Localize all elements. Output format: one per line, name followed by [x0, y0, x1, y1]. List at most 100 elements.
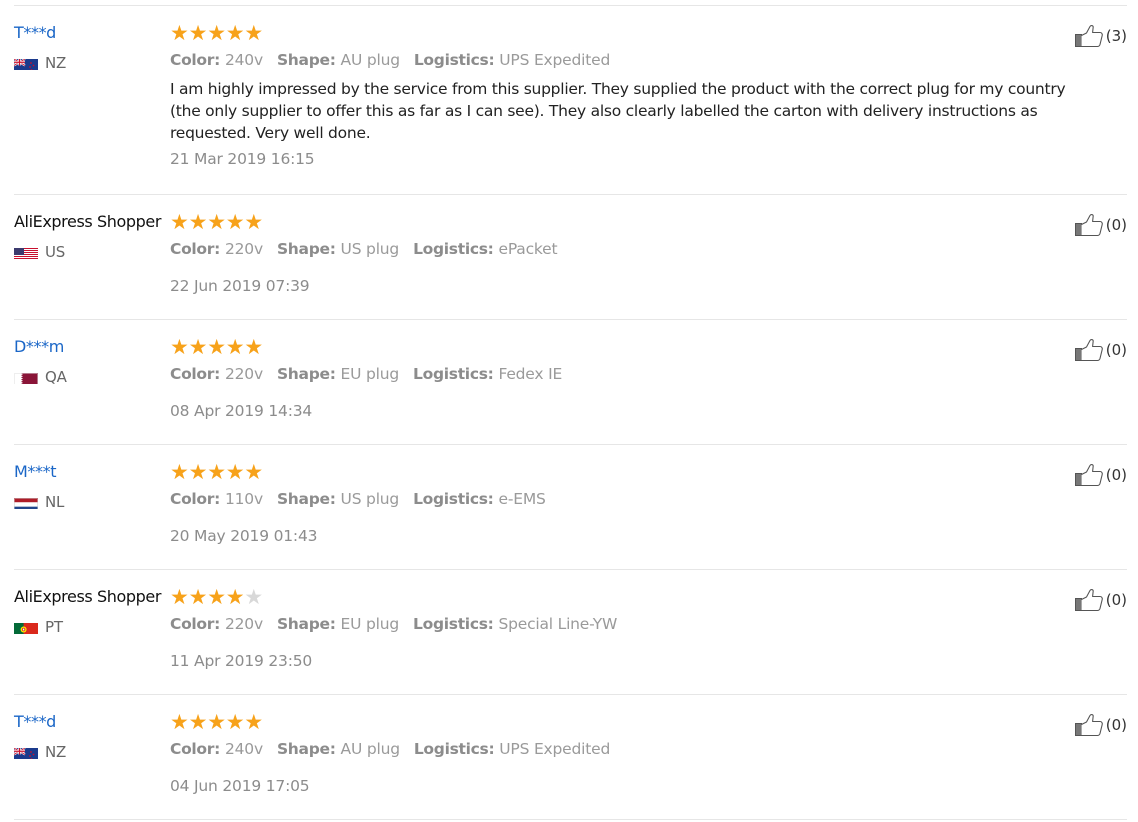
reviewer-info: AliExpress Shopper PT — [14, 587, 161, 636]
helpful-count: (0) — [1105, 591, 1127, 609]
order-attributes: Color: 220v Shape: EU plug Logistics: Spec… — [170, 614, 1077, 634]
star-filled-icon: ★ — [225, 585, 245, 609]
attr-color: Color: 240v — [170, 740, 263, 758]
thumbs-up-icon[interactable] — [1074, 588, 1106, 612]
attr-color-label: Color: — [170, 240, 221, 258]
star-filled-icon: ★ — [244, 460, 264, 484]
flag-nz-icon — [14, 746, 38, 759]
review-content: ★ ★ ★ ★ ★ Color: 240v Shape: AU plug Logistics:… — [170, 712, 1077, 796]
attr-shape-value: US plug — [340, 490, 400, 508]
attr-shape: Shape: AU plug — [277, 740, 400, 758]
star-filled-icon: ★ — [244, 710, 264, 734]
review-content: ★ ★ ★ ★ ★ Color: 220v Shape: EU plug Logistics:… — [170, 337, 1077, 421]
star-filled-icon: ★ — [207, 21, 227, 45]
attr-color-label: Color: — [170, 615, 221, 633]
country-code: NL — [45, 493, 65, 511]
attr-color-value: 220v — [224, 615, 263, 633]
attr-logistics: Logistics: UPS Expedited — [414, 51, 610, 69]
attr-logistics-value: Fedex IE — [498, 365, 563, 383]
attr-color: Color: 110v — [170, 490, 263, 508]
reviewer-info: AliExpress Shopper US — [14, 212, 161, 261]
helpful-button[interactable]: (0) — [1074, 463, 1127, 487]
attr-color-value: 220v — [224, 365, 263, 383]
country-code: QA — [45, 368, 67, 386]
attr-color: Color: 220v — [170, 365, 263, 383]
attr-shape: Shape: EU plug — [277, 365, 399, 383]
star-filled-icon: ★ — [188, 335, 208, 359]
review-item: M***t NL ★ ★ ★ ★ ★ Color: 110v Shape: US plug Log… — [14, 444, 1127, 570]
flag-us-icon — [14, 246, 38, 259]
star-rating: ★ ★ ★ ★ ★ — [170, 460, 1077, 484]
order-attributes: Color: 240v Shape: AU plug Logistics: UPS … — [170, 739, 1077, 759]
thumbs-up-icon[interactable] — [1074, 213, 1106, 237]
attr-shape: Shape: US plug — [277, 490, 399, 508]
review-item: AliExpress Shopper PT ★ ★ ★ ★ ★ Color: 220v Shap… — [14, 569, 1127, 695]
star-filled-icon: ★ — [207, 335, 227, 359]
reviewer-name[interactable]: D***m — [14, 337, 67, 357]
attr-logistics-label: Logistics: — [413, 240, 494, 258]
star-filled-icon: ★ — [188, 460, 208, 484]
reviewer-name[interactable]: T***d — [14, 712, 66, 732]
reviewer-name[interactable]: T***d — [14, 23, 66, 43]
attr-logistics: Logistics: e-EMS — [413, 490, 546, 508]
helpful-button[interactable]: (0) — [1074, 588, 1127, 612]
reviewer-country: NZ — [14, 54, 67, 72]
helpful-button[interactable]: (0) — [1074, 213, 1127, 237]
attr-color-value: 110v — [224, 490, 263, 508]
attr-shape-label: Shape: — [276, 51, 336, 69]
attr-logistics: Logistics: Fedex IE — [413, 365, 562, 383]
attr-shape-label: Shape: — [276, 240, 336, 258]
attr-color-label: Color: — [170, 51, 221, 69]
star-filled-icon: ★ — [225, 710, 245, 734]
thumbs-up-icon[interactable] — [1074, 24, 1106, 48]
helpful-count: (0) — [1105, 716, 1127, 734]
attr-color: Color: 220v — [170, 615, 263, 633]
reviewer-country: NL — [14, 493, 65, 511]
review-date: 20 May 2019 01:43 — [170, 527, 318, 545]
attr-logistics-label: Logistics: — [413, 490, 494, 508]
reviewer-name[interactable]: M***t — [14, 462, 64, 482]
attr-logistics-label: Logistics: — [413, 615, 494, 633]
star-filled-icon: ★ — [225, 335, 245, 359]
order-attributes: Color: 220v Shape: US plug Logistics: ePac… — [170, 239, 1077, 259]
helpful-count: (0) — [1105, 341, 1127, 359]
star-filled-icon: ★ — [244, 210, 264, 234]
flag-pt-icon — [14, 621, 38, 634]
review-date: 04 Jun 2019 17:05 — [170, 777, 310, 795]
review-date: 21 Mar 2019 16:15 — [170, 150, 315, 168]
star-rating: ★ ★ ★ ★ ★ — [170, 585, 1077, 609]
attr-logistics-label: Logistics: — [413, 740, 495, 758]
thumbs-up-icon[interactable] — [1074, 713, 1106, 737]
thumbs-up-icon[interactable] — [1074, 463, 1106, 487]
attr-color-label: Color: — [170, 740, 221, 758]
star-filled-icon: ★ — [207, 210, 227, 234]
attr-shape-value: EU plug — [340, 615, 400, 633]
reviewer-country: NZ — [14, 743, 67, 761]
reviewer-country: PT — [14, 618, 161, 636]
attr-logistics: Logistics: Special Line-YW — [413, 615, 617, 633]
attr-color-value: 240v — [224, 51, 263, 69]
review-date: 11 Apr 2019 23:50 — [170, 652, 313, 670]
attr-color: Color: 240v — [170, 51, 263, 69]
review-date: 08 Apr 2019 14:34 — [170, 402, 313, 420]
attr-color-value: 240v — [224, 740, 263, 758]
helpful-button[interactable]: (0) — [1074, 713, 1127, 737]
reviewer-country: US — [14, 243, 161, 261]
flag-nz-icon — [14, 57, 38, 70]
country-code: NZ — [45, 54, 67, 72]
reviewer-info: M***t NL — [14, 462, 65, 511]
attr-logistics: Logistics: UPS Expedited — [414, 740, 610, 758]
star-filled-icon: ★ — [207, 710, 227, 734]
star-rating: ★ ★ ★ ★ ★ — [170, 335, 1077, 359]
helpful-button[interactable]: (3) — [1074, 24, 1127, 48]
helpful-button[interactable]: (0) — [1074, 338, 1127, 362]
star-filled-icon: ★ — [170, 460, 189, 484]
country-code: NZ — [45, 743, 67, 761]
star-filled-icon: ★ — [225, 21, 245, 45]
review-content: ★ ★ ★ ★ ★ Color: 110v Shape: US plug Logistics:… — [170, 462, 1077, 546]
attr-shape: Shape: AU plug — [277, 51, 400, 69]
thumbs-up-icon[interactable] — [1074, 338, 1106, 362]
order-attributes: Color: 110v Shape: US plug Logistics: e-EM… — [170, 489, 1077, 509]
review-content: ★ ★ ★ ★ ★ Color: 220v Shape: EU plug Logistics:… — [170, 587, 1077, 671]
attr-shape-label: Shape: — [276, 615, 336, 633]
